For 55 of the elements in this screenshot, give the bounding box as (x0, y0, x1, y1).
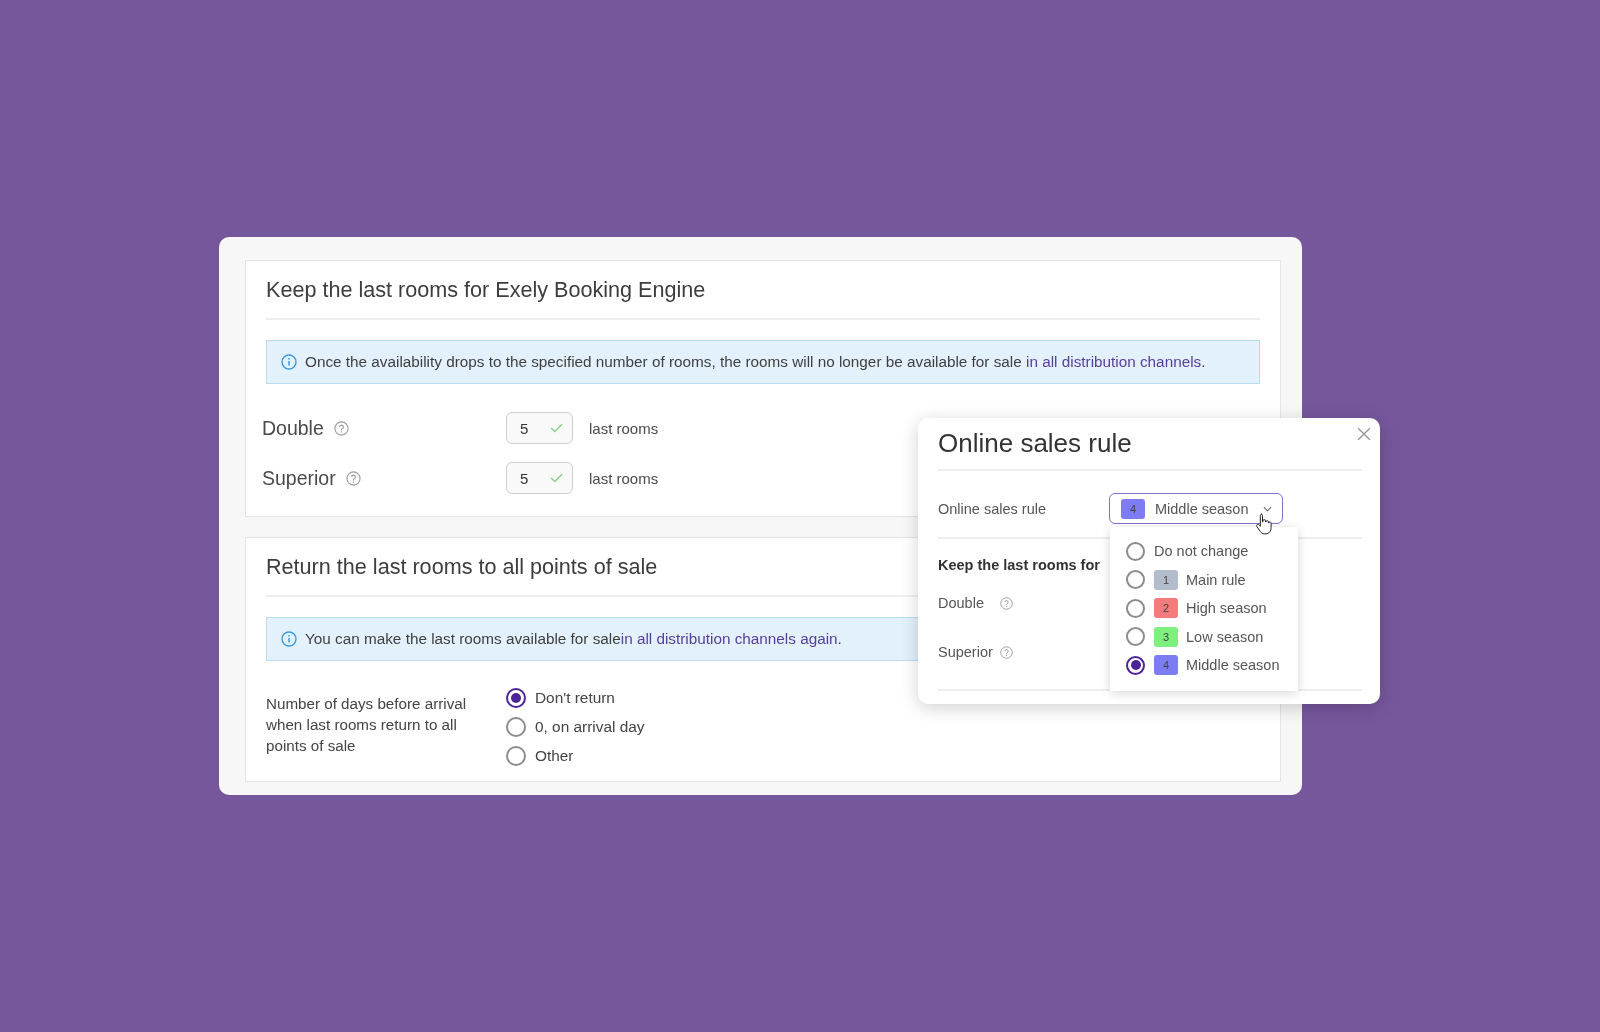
unit-label: last rooms (589, 419, 659, 437)
option-label: Main rule (1186, 571, 1246, 588)
option-label: Middle season (1186, 657, 1280, 674)
info-icon (281, 354, 297, 370)
menu-option[interactable]: Do not change (1110, 537, 1298, 566)
section-title: Keep the last rooms for (938, 556, 1100, 574)
info-link[interactable]: in all distribution channels again (620, 630, 838, 648)
menu-option[interactable]: 3 Low season (1110, 622, 1298, 651)
option-label: Low season (1186, 628, 1264, 645)
help-icon[interactable] (345, 470, 361, 486)
dialog-title: Online sales rule (938, 428, 1132, 458)
option-label: Do not change (1154, 543, 1249, 560)
season-badge: 4 (1121, 498, 1145, 519)
season-badge: 2 (1154, 598, 1178, 619)
caret-icon (1263, 505, 1272, 512)
radio-icon[interactable] (506, 688, 526, 709)
radio-icon[interactable] (1126, 627, 1145, 647)
season-badge: 1 (1154, 569, 1178, 590)
help-icon[interactable] (333, 420, 349, 436)
room-type-label: Superior (262, 466, 336, 490)
radio-icon[interactable] (1126, 570, 1145, 590)
info-text: Once the availability drops to the specified number of rooms, the rooms will no longer be available for sale in all distribution channels. (305, 353, 1206, 371)
radio-icon[interactable] (1126, 655, 1145, 675)
close-icon (1357, 427, 1371, 441)
room-count-field[interactable]: 5 (506, 462, 573, 494)
room-type-label: Superior (938, 644, 994, 660)
radio-option[interactable]: Don't return (506, 688, 645, 709)
info-text: You can make the last rooms available for salein all distribution channels again. (305, 630, 842, 649)
menu-option[interactable]: 1 Main rule (1110, 565, 1298, 594)
section-title: Return the last rooms to all points of sale (266, 555, 658, 580)
season-badge: 4 (1154, 655, 1178, 676)
radio-option[interactable]: 0, on arrival day (506, 717, 645, 738)
season-badge: 3 (1154, 626, 1178, 647)
unit-label: last rooms (589, 469, 659, 487)
option-label: High season (1186, 600, 1267, 617)
rule-label: Online sales rule (938, 500, 1047, 517)
rule-select[interactable]: 4 Middle season (1109, 493, 1283, 524)
room-type-label: Double (938, 595, 985, 611)
section-title: Keep the last rooms for Exely Booking Engine (266, 278, 706, 302)
radio-icon[interactable] (506, 746, 526, 767)
radio-icon[interactable] (506, 717, 526, 738)
field-label: Number of days before arrival when last rooms return to all points of sale (266, 694, 468, 757)
check-icon (550, 423, 563, 433)
menu-option[interactable]: 2 High season (1110, 594, 1298, 623)
help-icon[interactable] (1000, 645, 1013, 659)
menu-option[interactable]: 4 Middle season (1110, 651, 1298, 680)
room-count-field[interactable]: 5 (506, 412, 573, 444)
info-icon (281, 631, 297, 648)
room-type-label: Double (262, 416, 324, 440)
help-icon[interactable] (1000, 596, 1013, 610)
close-button[interactable] (1357, 427, 1371, 441)
radio-icon[interactable] (1126, 598, 1145, 618)
radio-option[interactable]: Other (506, 746, 645, 767)
radio-icon[interactable] (1126, 541, 1145, 561)
check-icon (550, 473, 563, 483)
